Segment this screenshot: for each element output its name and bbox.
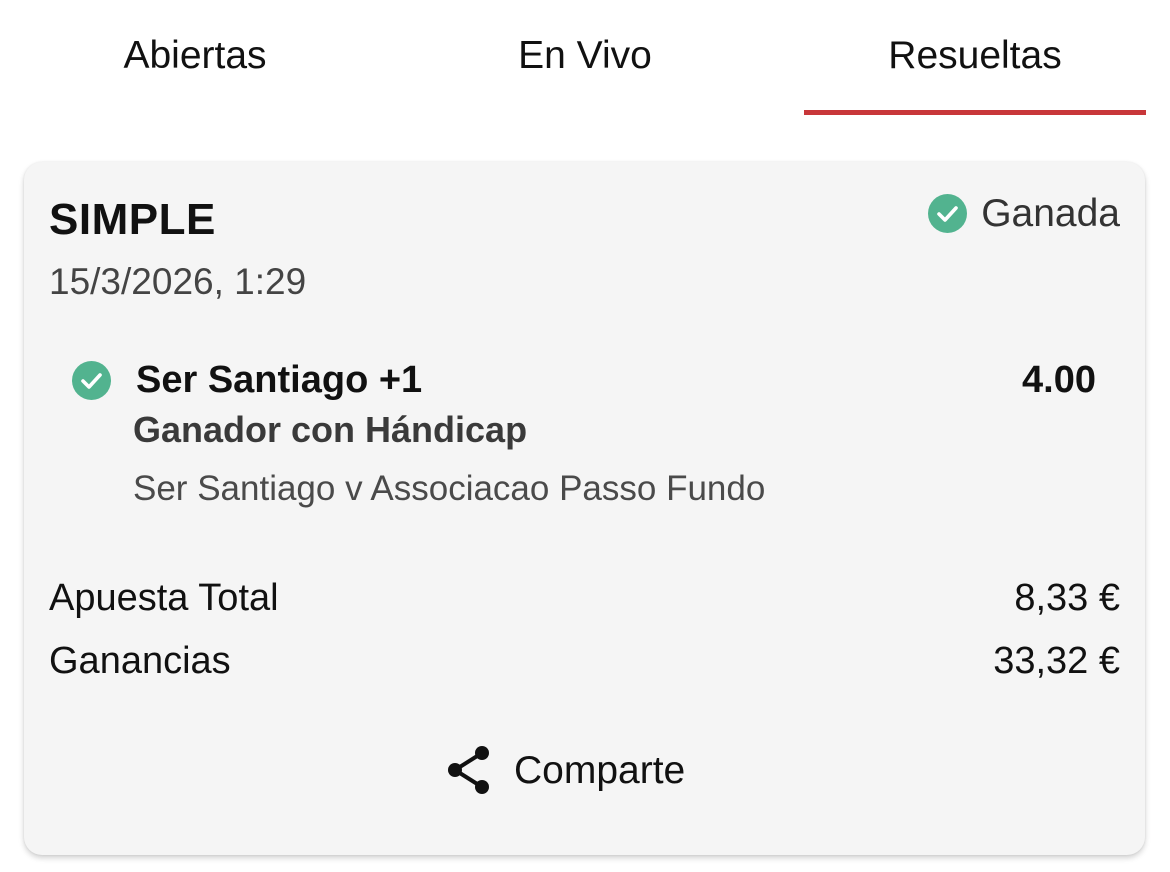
stake-value: 8,33 €	[1014, 577, 1120, 619]
winnings-label: Ganancias	[49, 640, 231, 682]
bet-card: SIMPLE Ganada 15/3/2026, 1:29 Ser Santia…	[24, 162, 1145, 855]
tab-label: Abiertas	[123, 34, 267, 77]
status-label: Ganada	[981, 192, 1120, 235]
bet-type: SIMPLE	[49, 195, 216, 244]
share-label: Comparte	[514, 748, 686, 792]
tab-label: Resueltas	[888, 34, 1062, 77]
share-icon	[444, 744, 492, 796]
active-tab-indicator	[804, 110, 1146, 115]
bet-status: Ganada	[928, 194, 1120, 233]
tab-abiertas[interactable]: Abiertas	[24, 0, 366, 116]
bet-tabs: Abiertas En Vivo Resueltas	[0, 0, 1170, 116]
event-name: Ser Santiago v Associacao Passo Fundo	[133, 469, 766, 508]
selection-name: Ser Santiago +1	[136, 359, 423, 401]
check-circle-icon	[72, 361, 111, 400]
tab-resueltas[interactable]: Resueltas	[804, 0, 1146, 116]
share-button[interactable]: Comparte	[444, 742, 685, 798]
tab-en-vivo[interactable]: En Vivo	[414, 0, 756, 116]
stake-label: Apuesta Total	[49, 577, 279, 619]
stake-row: Apuesta Total 8,33 €	[49, 576, 1120, 620]
winnings-value: 33,32 €	[993, 640, 1120, 682]
tab-label: En Vivo	[518, 34, 652, 77]
market-name: Ganador con Hándicap	[133, 409, 528, 450]
check-circle-icon	[928, 194, 968, 233]
winnings-row: Ganancias 33,32 €	[49, 639, 1120, 683]
selection-odds: 4.00	[1022, 359, 1096, 401]
bet-date: 15/3/2026, 1:29	[49, 261, 307, 302]
